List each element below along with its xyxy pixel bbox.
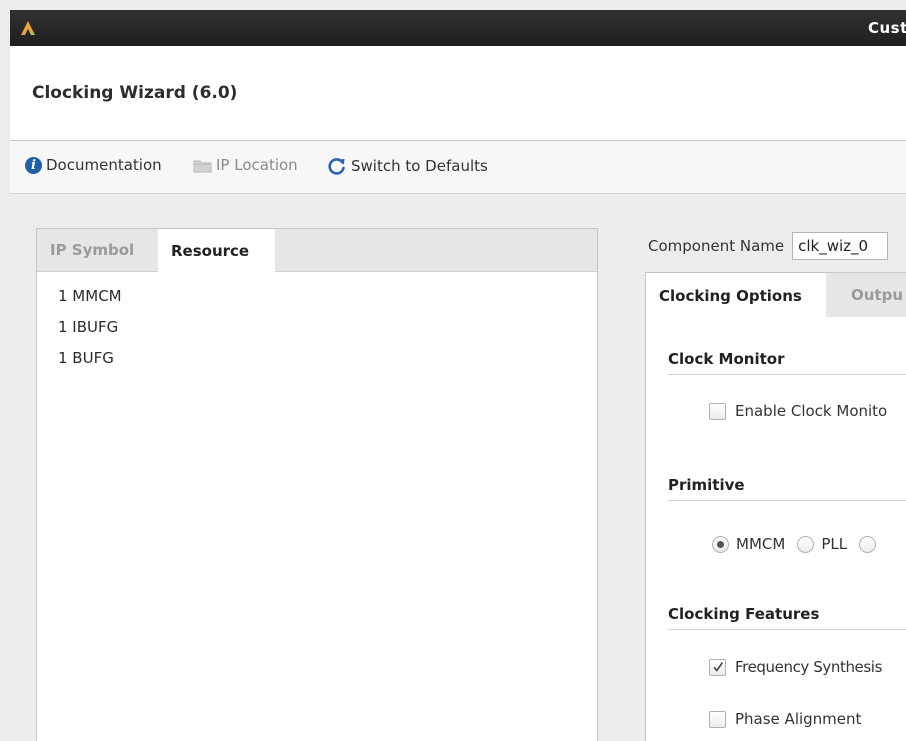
primitive-radio-group: MMCM PLL	[712, 535, 883, 553]
divider	[668, 500, 906, 501]
phase-alignment-label: Phase Alignment	[735, 710, 862, 728]
component-name-row: Component Name	[648, 232, 889, 260]
clock-monitor-heading: Clock Monitor	[668, 350, 785, 368]
tab-ip-symbol[interactable]: IP Symbol	[37, 229, 147, 271]
frequency-synthesis-option[interactable]: Frequency Synthesis	[709, 658, 882, 676]
clocking-features-heading: Clocking Features	[668, 605, 820, 623]
enable-clock-monitor-option[interactable]: Enable Clock Monito	[709, 402, 887, 420]
options-panel: Clocking Options Outpu Clock Monitor Ena…	[645, 272, 906, 741]
left-tab-bar: IP Symbol Resource	[37, 229, 597, 272]
component-name-label: Component Name	[648, 237, 785, 255]
component-name-input[interactable]	[792, 232, 889, 260]
enable-clock-monitor-label: Enable Clock Monito	[735, 402, 888, 420]
pll-label: PLL	[821, 535, 848, 553]
refresh-icon	[328, 158, 345, 175]
right-tab-bar: Clocking Options Outpu	[646, 273, 906, 318]
documentation-button[interactable]: i Documentation	[25, 156, 162, 174]
window-title: Cust	[868, 19, 906, 37]
divider	[668, 374, 906, 375]
ip-symbol-panel: IP Symbol Resource 1 MMCM 1 IBUFG 1 BUFG	[36, 228, 598, 741]
primitive-heading: Primitive	[668, 476, 745, 494]
switch-to-defaults-label: Switch to Defaults	[351, 157, 488, 175]
mmcm-label: MMCM	[736, 535, 786, 553]
divider	[668, 629, 906, 630]
folder-icon	[193, 160, 212, 172]
list-item: 1 MMCM	[58, 287, 122, 305]
ip-location-button[interactable]: IP Location	[193, 156, 298, 174]
title-bar: Cust	[10, 10, 906, 46]
toolbar: i Documentation IP Location Switch to De…	[10, 141, 906, 194]
page-title: Clocking Wizard (6.0)	[32, 83, 238, 103]
vivado-logo-icon	[21, 21, 35, 35]
tab-clocking-options[interactable]: Clocking Options	[646, 273, 826, 318]
tab-output-clocks[interactable]: Outpu	[838, 273, 906, 317]
primitive-radio[interactable]	[859, 535, 877, 553]
dialog-header: Clocking Wizard (6.0)	[10, 46, 906, 141]
resource-list: 1 MMCM 1 IBUFG 1 BUFG	[58, 287, 122, 380]
frequency-synthesis-checkbox[interactable]	[709, 658, 726, 676]
frequency-synthesis-label: Frequency Synthesis	[735, 658, 882, 676]
enable-clock-monitor-checkbox[interactable]	[709, 402, 726, 420]
info-icon: i	[25, 156, 42, 174]
list-item: 1 BUFG	[58, 349, 114, 367]
documentation-label: Documentation	[46, 156, 162, 174]
mmcm-radio[interactable]	[712, 535, 729, 553]
tab-resource[interactable]: Resource	[158, 229, 275, 272]
switch-to-defaults-button[interactable]: Switch to Defaults	[327, 156, 488, 176]
phase-alignment-option[interactable]: Phase Alignment	[709, 710, 861, 728]
ip-location-label: IP Location	[216, 156, 298, 174]
checkmark-icon	[712, 662, 723, 672]
phase-alignment-checkbox[interactable]	[709, 710, 726, 728]
pll-radio[interactable]	[797, 535, 815, 553]
list-item: 1 IBUFG	[58, 318, 119, 336]
